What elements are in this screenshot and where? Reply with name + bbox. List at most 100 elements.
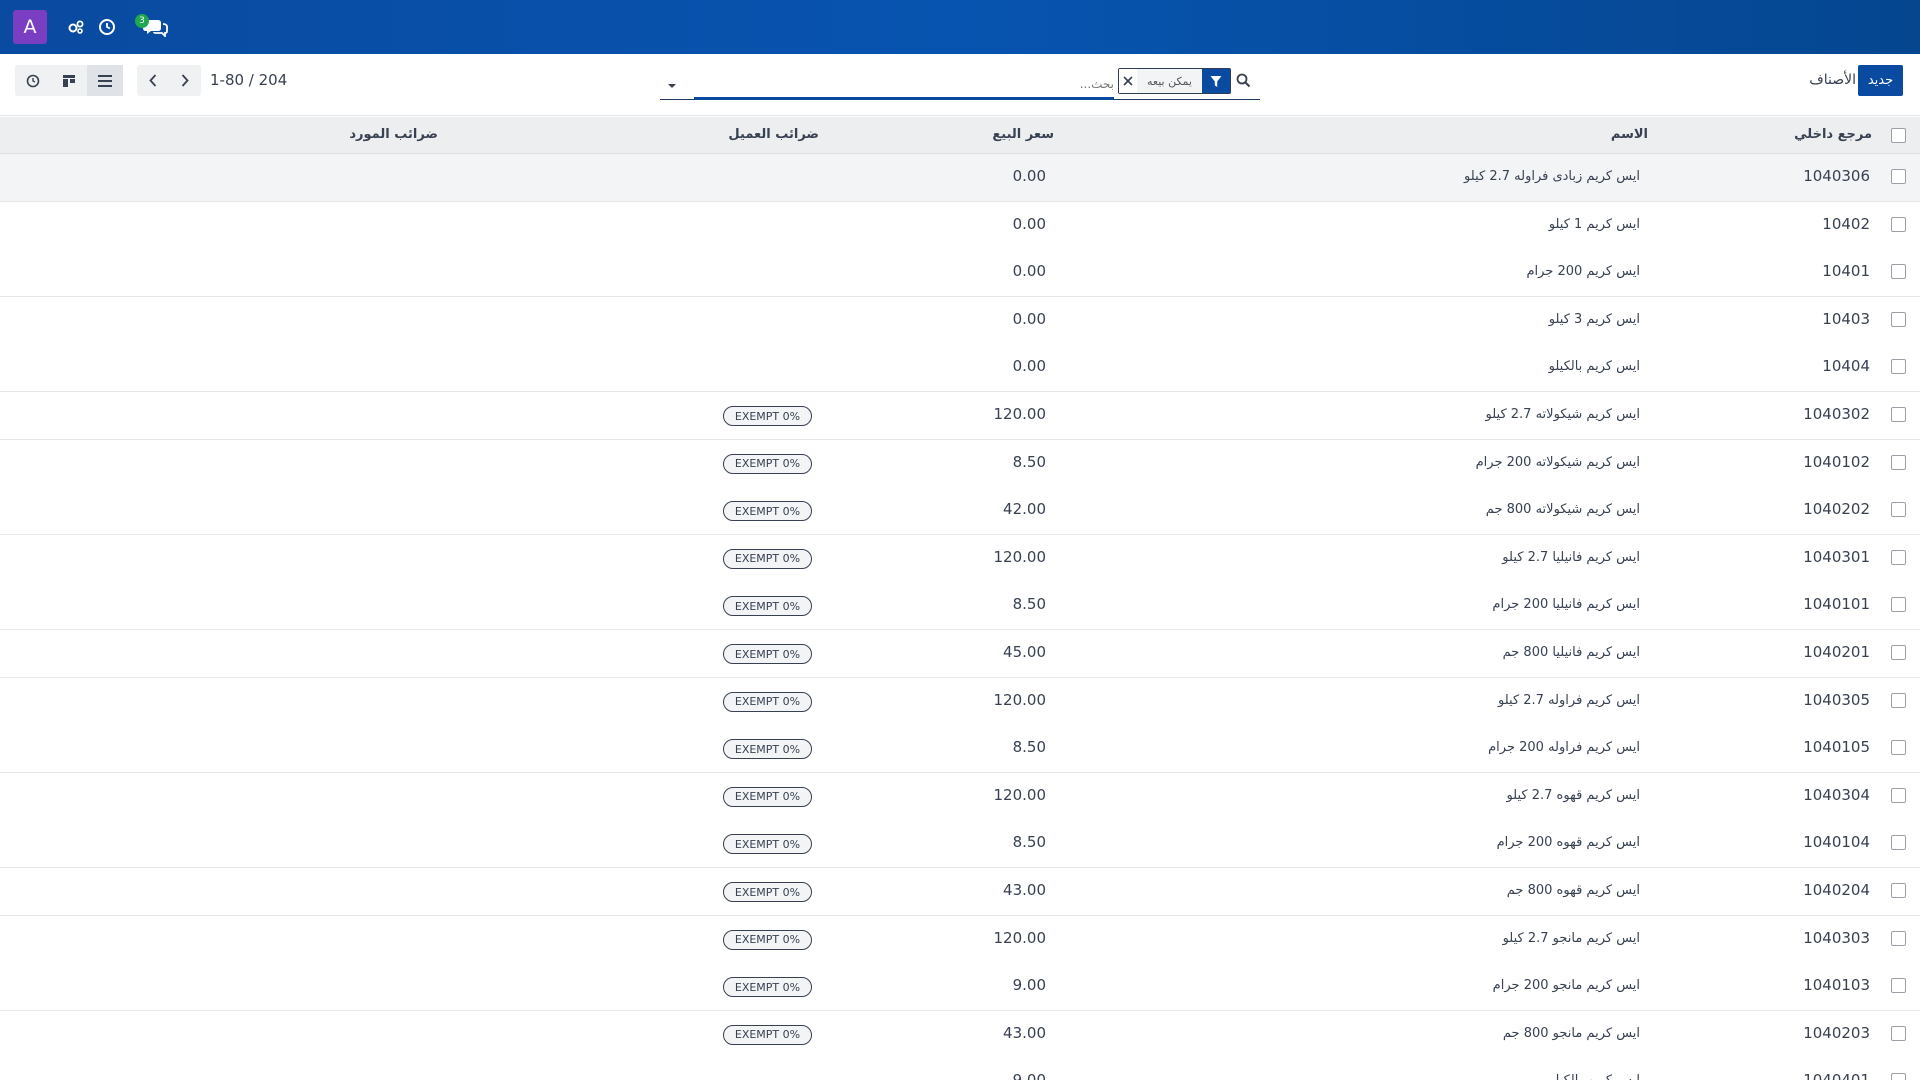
user-avatar[interactable]: A [13,10,47,44]
caret-down-icon[interactable] [666,76,678,94]
gears-icon[interactable] [64,15,88,39]
cell-ref: 1040306 [1803,167,1870,185]
search-icon[interactable] [1236,73,1251,92]
facet-label: يمكن بيعه [1137,69,1202,93]
cell-price: 0.00 [1012,357,1046,376]
table-row[interactable]: 10401 ايس كريم 200 جرام 0.00 [0,249,1920,298]
cell-name: ايس كريم 200 جرام [1526,264,1640,280]
table-row[interactable]: 10403 ايس كريم 3 كيلو 0.00 [0,296,1920,345]
pager-value[interactable]: 1-80 / 204 [210,71,287,89]
tax-badge: EXEMPT 0% [723,691,812,712]
tax-badge: EXEMPT 0% [723,453,812,474]
row-checkbox[interactable] [1891,216,1906,232]
table-row[interactable]: 1040101 ايس كريم فانيليا 200 جرام 8.50 EXEM… [0,582,1920,631]
row-checkbox[interactable] [1891,502,1906,518]
kanban-view-icon[interactable] [51,65,87,96]
column-header-customer-taxes[interactable]: ضرائب العميل [728,127,819,142]
search-facet: يمكن بيعه [1118,68,1231,94]
row-checkbox[interactable] [1891,549,1906,565]
table-row[interactable]: 1040302 ايس كريم شيكولاته 2.7 كيلو 120.00 E… [0,392,1920,440]
column-header-ref[interactable]: مرجع داخلي [1794,127,1872,142]
chevron-right-icon[interactable] [169,65,201,96]
table-row[interactable]: 1040104 ايس كريم قهوه 200 جرام 8.50 EXEMPT … [0,820,1920,869]
row-checkbox[interactable] [1891,883,1906,898]
row-checkbox[interactable] [1891,1073,1906,1080]
row-checkbox[interactable] [1891,407,1906,422]
cell-price: 9.00 [1012,976,1046,995]
table-row[interactable]: 10404 ايس كريم بالكيلو 0.00 [0,344,1920,393]
cell-price: 8.50 [1012,833,1046,852]
row-checkbox[interactable] [1891,978,1906,994]
table-row[interactable]: 1040301 ايس كريم فانيليا 2.7 كيلو 120.00 EX… [0,534,1920,583]
tax-badge: EXEMPT 0% [723,834,812,855]
column-header-name[interactable]: الاسم [1611,127,1648,142]
cell-ref: 1040401 [1803,1071,1870,1080]
row-checkbox[interactable] [1891,645,1906,660]
row-checkbox[interactable] [1891,311,1906,327]
column-header-vendor-taxes[interactable]: ضرائب المورد [349,127,438,142]
cell-name: ايس كريم قهوه 200 جرام [1496,835,1640,851]
row-checkbox[interactable] [1891,1025,1906,1041]
row-checkbox[interactable] [1891,169,1906,184]
table-row[interactable]: 1040202 ايس كريم شيكولاته 800 جم 42.00 EXEM… [0,487,1920,536]
table-row[interactable]: 1040305 ايس كريم فراوله 2.7 كيلو 120.00 EXE… [0,677,1920,726]
cell-name: ايس كريم فراوله 2.7 كيلو [1498,692,1640,708]
cell-price: 8.50 [1012,452,1046,471]
cell-ref: 10401 [1822,262,1870,281]
table-row[interactable]: 1040201 ايس كريم فانيليا 800 جم 45.00 EXEMP… [0,630,1920,678]
cell-ref: 1040305 [1803,690,1870,709]
filter-icon [1202,69,1230,93]
row-checkbox[interactable] [1891,264,1906,280]
select-all-checkbox[interactable] [1891,128,1906,143]
table-row[interactable]: 1040105 ايس كريم فراوله 200 جرام 8.50 EXEMP… [0,725,1920,774]
row-checkbox[interactable] [1891,597,1906,613]
list-view-icon[interactable] [87,65,123,96]
activity-view-icon[interactable] [15,65,51,96]
cell-name: ايس كريم بالكيلو [1549,1073,1640,1080]
new-button[interactable]: جديد [1858,65,1903,96]
cell-ref: 1040204 [1803,881,1870,899]
cell-price: 120.00 [993,928,1047,947]
column-header-price[interactable]: سعر البيع [992,127,1054,142]
row-checkbox[interactable] [1891,740,1906,756]
tax-badge: EXEMPT 0% [723,929,812,950]
row-checkbox[interactable] [1891,787,1906,803]
close-icon[interactable] [1119,69,1137,93]
cell-ref: 1040303 [1803,928,1870,947]
cell-ref: 1040102 [1803,452,1870,471]
table-row[interactable]: 1040303 ايس كريم مانجو 2.7 كيلو 120.00 EXEM… [0,915,1920,964]
cell-price: 120.00 [993,405,1047,423]
table-row[interactable]: 1040304 ايس كريم قهوه 2.7 كيلو 120.00 EXEMP… [0,772,1920,821]
table-row[interactable]: 10402 ايس كريم 1 كيلو 0.00 [0,201,1920,250]
search-input[interactable] [694,72,1114,96]
table-row[interactable]: 1040103 ايس كريم مانجو 200 جرام 9.00 EXEMPT… [0,963,1920,1012]
chevron-left-icon[interactable] [137,65,169,96]
table-row[interactable]: 1040306 ايس كريم زبادى فراوله 2.7 كيلو 0.0… [0,154,1920,202]
search-focus-line [694,97,1114,100]
cell-ref: 1040201 [1803,643,1870,661]
cell-name: ايس كريم فراوله 200 جرام [1488,740,1640,756]
cell-price: 8.50 [1012,595,1046,614]
row-checkbox[interactable] [1891,930,1906,946]
row-checkbox[interactable] [1891,359,1906,375]
tax-badge: EXEMPT 0% [723,786,812,807]
cell-ref: 10403 [1822,309,1870,328]
cell-price: 120.00 [993,785,1047,804]
cell-ref: 1040101 [1803,595,1870,614]
cell-name: ايس كريم مانجو 800 جم [1502,1025,1640,1041]
table-row[interactable]: 1040102 ايس كريم شيكولاته 200 جرام 8.50 EXE… [0,439,1920,488]
row-checkbox[interactable] [1891,692,1906,708]
cell-ref: 1040105 [1803,738,1870,757]
clock-icon[interactable] [95,15,119,39]
cell-price: 0.00 [1012,214,1046,233]
cell-ref: 1040301 [1803,547,1870,566]
row-checkbox[interactable] [1891,454,1906,470]
table-row[interactable]: 1040204 ايس كريم قهوه 800 جم 43.00 EXEMPT 0… [0,868,1920,916]
row-checkbox[interactable] [1891,835,1906,851]
cell-name: ايس كريم شيكولاته 800 جم [1485,502,1640,518]
table-row[interactable]: 1040203 ايس كريم مانجو 800 جم 43.00 EXEMPT … [0,1010,1920,1059]
tax-badge: EXEMPT 0% [723,977,812,998]
cell-ref: 10404 [1822,357,1870,376]
table-row[interactable]: 1040401 ايس كريم بالكيلو 9.00 [0,1058,1920,1080]
cell-name: ايس كريم مانجو 2.7 كيلو [1502,930,1640,946]
